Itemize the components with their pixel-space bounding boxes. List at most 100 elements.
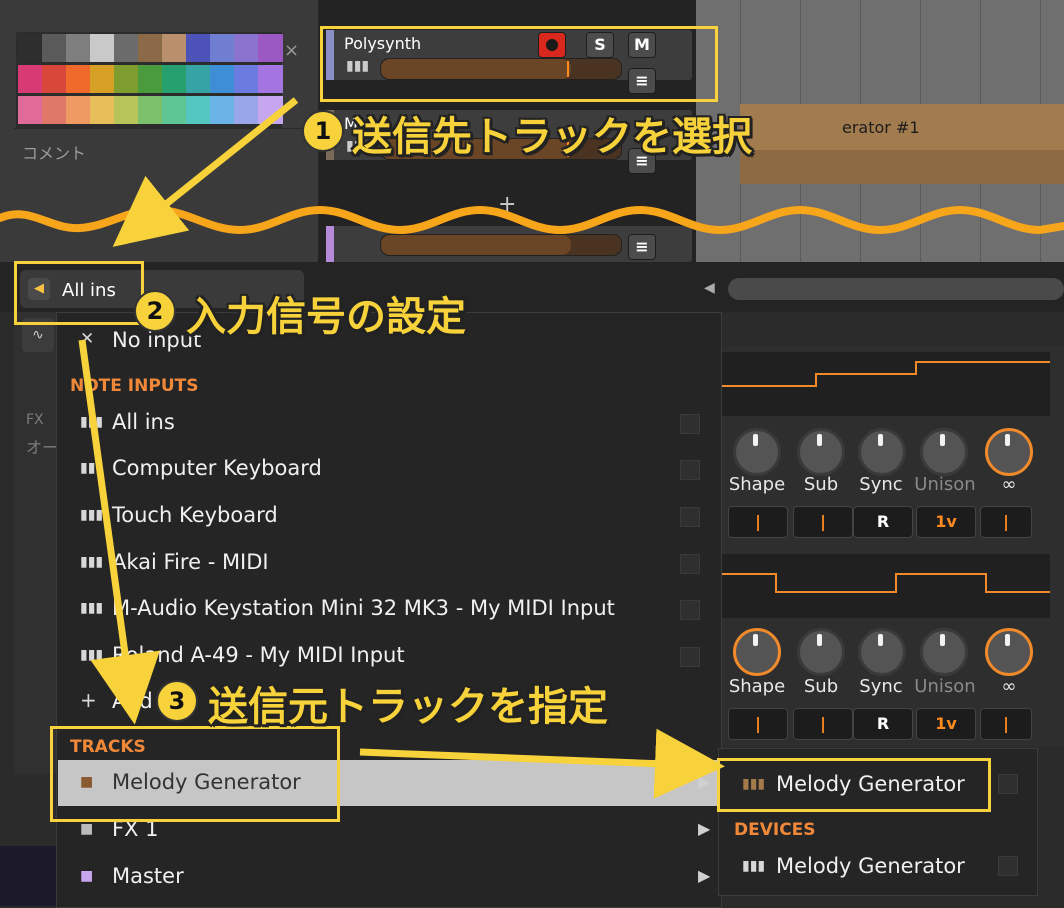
waveform-display [716,554,1050,618]
color-swatch[interactable] [234,65,259,93]
shape-label: Shape [728,474,786,495]
unison-voices-control[interactable]: 1v [916,506,976,538]
track-color-square-icon: ■ [80,868,94,884]
shape-knob[interactable] [733,628,781,676]
checkbox[interactable] [998,774,1018,794]
color-swatch[interactable] [66,34,91,62]
color-swatch[interactable] [18,65,43,93]
color-swatch[interactable] [90,34,115,62]
step-3-label: 送信元トラックを指定 [208,684,608,730]
color-swatch[interactable] [18,34,43,62]
color-swatch[interactable] [210,96,235,124]
submenu-arrow-icon: ▶ [698,819,711,838]
shape-knob[interactable] [733,428,781,476]
submenu-header-devices: DEVICES [734,820,816,840]
detune-knob[interactable] [985,628,1033,676]
shape-control[interactable]: | [728,506,788,538]
menu-item-roland[interactable]: ▮▮▮ Roland A-49 - My MIDI Input [58,633,718,679]
color-swatch[interactable] [42,65,67,93]
submenu-item-device-melody-generator[interactable]: Melody Generator [776,854,965,878]
sub-control[interactable]: | [793,708,853,740]
sub-knob[interactable] [797,628,845,676]
checkbox[interactable] [998,856,1018,876]
unison-knob[interactable] [920,628,968,676]
sub-control[interactable]: | [793,506,853,538]
color-swatch[interactable] [186,34,211,62]
checkbox[interactable] [680,647,700,667]
shape-control[interactable]: | [728,708,788,740]
menu-item-keystation[interactable]: ▮▮▮ M-Audio Keystation Mini 32 MK3 - My … [58,586,718,632]
color-swatch[interactable] [90,96,115,124]
checkbox[interactable] [680,460,700,480]
sync-knob[interactable] [858,628,906,676]
wavy-divider [0,205,1064,235]
close-icon[interactable]: × [284,40,299,61]
color-swatch[interactable] [114,34,139,62]
color-swatch[interactable] [114,65,139,93]
highlight-target-track [320,26,718,102]
sync-reset-button[interactable]: R [853,708,913,740]
color-swatch[interactable] [210,34,235,62]
step-1-badge: 1 [302,110,344,152]
detune-control[interactable]: | [980,708,1032,740]
menu-item-label: Roland A-49 - My MIDI Input [112,643,405,667]
plus-icon: + [80,688,97,712]
menu-item-master[interactable]: ■ Master ▶ [58,854,718,900]
submenu-arrow-icon: ▶ [698,772,711,791]
horizontal-scrollbar[interactable] [728,278,1064,300]
detune-control[interactable]: | [980,506,1032,538]
color-swatch[interactable] [114,96,139,124]
checkbox[interactable] [680,600,700,620]
color-swatch[interactable] [210,65,235,93]
detune-knob[interactable] [985,428,1033,476]
color-swatch[interactable] [186,65,211,93]
color-swatch[interactable] [186,96,211,124]
piano-icon: ▮▮▮ [80,507,104,523]
piano-icon: ▮▮▮ [80,647,104,663]
highlight-input-selector [14,261,144,325]
sync-label: Sync [859,676,903,697]
menu-item-akai-fire[interactable]: ▮▮▮ Akai Fire - MIDI [58,540,718,586]
color-swatch[interactable] [90,65,115,93]
color-swatch[interactable] [42,96,67,124]
unison-knob[interactable] [920,428,968,476]
sub-knob[interactable] [797,428,845,476]
menu-item-label: All ins [112,410,175,434]
piano-icon: ▮▮▮ [742,858,766,874]
color-swatch[interactable] [258,65,283,93]
sync-knob[interactable] [858,428,906,476]
clip-content [740,150,1064,184]
link-icon: ∞ [1001,474,1017,495]
menu-item-computer-keyboard[interactable]: ▮▮▮ Computer Keyboard [58,446,718,492]
checkbox[interactable] [680,554,700,574]
waveform-display [716,352,1050,416]
step-2-badge: 2 [134,290,176,332]
color-swatch[interactable] [138,34,163,62]
color-swatch[interactable] [162,96,187,124]
comment-label: コメント [22,144,87,163]
color-swatch[interactable] [138,96,163,124]
checkbox[interactable] [680,507,700,527]
step-3-badge: 3 [156,680,198,722]
sub-label: Sub [803,676,839,697]
color-swatch[interactable] [258,34,283,62]
menu-item-label: Master [112,864,184,888]
color-swatch[interactable] [18,96,43,124]
unison-voices-control[interactable]: 1v [916,708,976,740]
close-icon: ✕ [80,329,95,349]
color-swatch[interactable] [234,34,259,62]
sync-reset-button[interactable]: R [853,506,913,538]
scroll-left-icon[interactable]: ◀ [704,280,715,296]
color-swatch[interactable] [138,65,163,93]
color-swatch[interactable] [66,65,91,93]
color-swatch[interactable] [162,34,187,62]
checkbox[interactable] [680,414,700,434]
color-swatch[interactable] [162,65,187,93]
color-swatch[interactable] [66,96,91,124]
color-swatch[interactable] [234,96,259,124]
color-swatch[interactable] [258,96,283,124]
unison-label: Unison [914,676,976,697]
color-swatch[interactable] [42,34,67,62]
menu-item-all-ins[interactable]: ▮▮▮ All ins [58,400,718,446]
menu-item-touch-keyboard[interactable]: ▮▮▮ Touch Keyboard [58,493,718,539]
